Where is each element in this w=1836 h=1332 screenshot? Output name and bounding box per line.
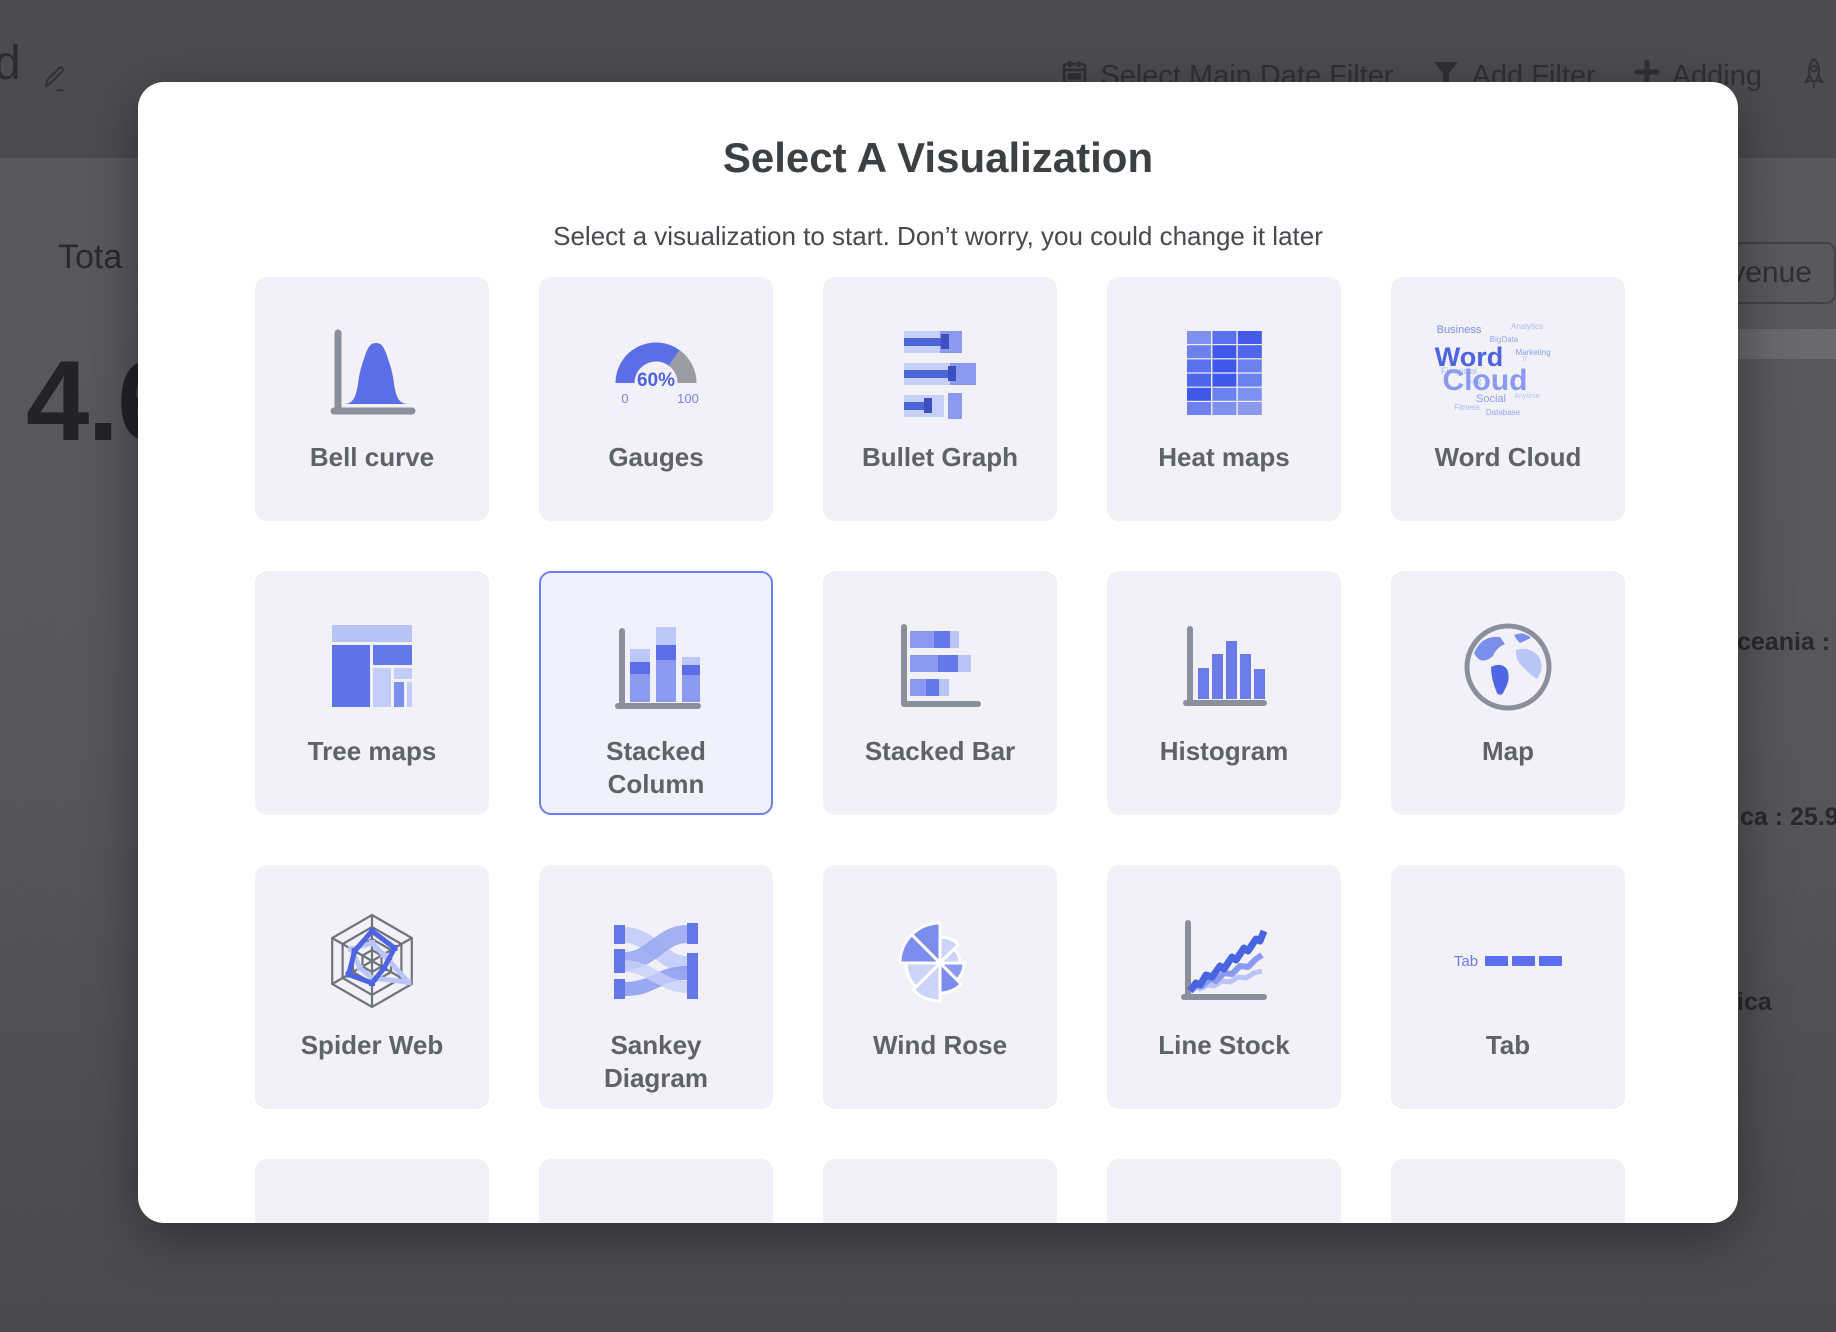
viz-card-icon-wrap (870, 611, 1010, 723)
wind-rose-icon (889, 911, 991, 1011)
viz-card-tree-maps[interactable]: Tree maps (255, 571, 489, 815)
stacked-bar-icon (889, 617, 991, 717)
bell-curve-icon (321, 323, 423, 423)
viz-card-icon-wrap (302, 1199, 442, 1223)
viz-card-stacked-column[interactable]: Stacked Column (539, 571, 773, 815)
viz-card-label: Map (1482, 735, 1534, 768)
line-stock-icon (1173, 911, 1275, 1011)
histogram-icon (1173, 617, 1275, 717)
viz-card-label: Heat maps (1158, 441, 1290, 474)
word-cloud-icon: BusinessAnalyticsBigDataWordITMarketingF… (1441, 320, 1575, 426)
viz-card-icon-wrap (1438, 1199, 1578, 1223)
edit-pencil-icon[interactable] (40, 62, 70, 99)
viz-card-partial-2[interactable] (539, 1159, 773, 1223)
viz-card-label: Histogram (1160, 735, 1289, 768)
viz-card-partial-1[interactable] (255, 1159, 489, 1223)
modal-subtitle: Select a visualization to start. Don’t w… (138, 220, 1738, 252)
viz-card-icon-wrap (302, 905, 442, 1017)
viz-card-label: Gauges (608, 441, 703, 474)
bullet-graph-icon (889, 323, 991, 423)
viz-card-icon-wrap (586, 611, 726, 723)
viz-card-label: Bell curve (310, 441, 434, 474)
viz-card-icon-wrap (870, 1199, 1010, 1223)
legend-africa: ca : 25.95 (1740, 803, 1836, 832)
viz-card-label: Stacked Column (568, 735, 744, 801)
viz-card-stacked-bar[interactable]: Stacked Bar (823, 571, 1057, 815)
viz-card-icon-wrap (1154, 1199, 1294, 1223)
viz-card-icon-wrap (870, 317, 1010, 429)
stacked-column-icon (605, 617, 707, 717)
viz-card-icon-wrap: 60% 0 100 (586, 317, 726, 429)
viz-card-label: Bullet Graph (862, 441, 1018, 474)
legend-oceania: ceania : 8 (1737, 628, 1836, 657)
viz-card-sankey-diagram[interactable]: Sankey Diagram (539, 865, 773, 1109)
viz-card-bell-curve[interactable]: Bell curve (255, 277, 489, 521)
kpi-label: Tota (58, 238, 122, 277)
viz-card-icon-wrap (1438, 611, 1578, 723)
viz-card-icon-wrap: BusinessAnalyticsBigDataWordITMarketingF… (1438, 317, 1578, 429)
viz-card-label: Line Stock (1158, 1029, 1289, 1062)
viz-card-spider-web[interactable]: Spider Web (255, 865, 489, 1109)
visualization-grid: Bell curve 60% 0 100 Gauges Bullet Graph… (255, 277, 1625, 1223)
viz-card-icon-wrap (1154, 317, 1294, 429)
sankey-diagram-icon (605, 911, 707, 1011)
viz-card-icon-wrap (586, 1199, 726, 1223)
viz-card-icon-wrap (302, 611, 442, 723)
viz-card-histogram[interactable]: Histogram (1107, 571, 1341, 815)
viz-card-tab[interactable]: Tab Tab (1391, 865, 1625, 1109)
dashboard-title: d (0, 36, 21, 91)
heat-maps-icon (1173, 323, 1275, 423)
map-globe-icon (1457, 617, 1559, 717)
modal-title: Select A Visualization (138, 134, 1738, 182)
viz-card-icon-wrap (302, 317, 442, 429)
viz-card-icon-wrap (870, 905, 1010, 1017)
viz-card-line-stock[interactable]: Line Stock (1107, 865, 1341, 1109)
spider-web-icon (321, 911, 423, 1011)
viz-card-word-cloud[interactable]: BusinessAnalyticsBigDataWordITMarketingF… (1391, 277, 1625, 521)
viz-card-heat-maps[interactable]: Heat maps (1107, 277, 1341, 521)
viz-card-map[interactable]: Map (1391, 571, 1625, 815)
viz-card-icon-wrap (1154, 905, 1294, 1017)
viz-card-label: Word Cloud (1435, 441, 1582, 474)
viz-card-gauges[interactable]: 60% 0 100 Gauges (539, 277, 773, 521)
viz-card-label: Sankey Diagram (568, 1029, 744, 1095)
tab-icon: Tab (1454, 953, 1562, 970)
viz-card-label: Spider Web (301, 1029, 444, 1062)
viz-card-icon-wrap (586, 905, 726, 1017)
svg-text:0: 0 (621, 391, 628, 406)
viz-card-label: Stacked Bar (865, 735, 1015, 768)
viz-card-label: Tab (1486, 1029, 1530, 1062)
viz-card-bullet-graph[interactable]: Bullet Graph (823, 277, 1057, 521)
viz-card-partial-5[interactable] (1391, 1159, 1625, 1223)
viz-card-label: Wind Rose (873, 1029, 1007, 1062)
viz-card-wind-rose[interactable]: Wind Rose (823, 865, 1057, 1109)
svg-text:60%: 60% (637, 370, 675, 391)
tree-maps-icon (321, 617, 423, 717)
gauges-icon: 60% 0 100 (605, 323, 707, 423)
viz-card-partial-4[interactable] (1107, 1159, 1341, 1223)
viz-card-icon-wrap (1154, 611, 1294, 723)
viz-card-label: Tree maps (308, 735, 437, 768)
legend-america: ica (1737, 988, 1772, 1017)
viz-card-partial-3[interactable] (823, 1159, 1057, 1223)
visualization-modal: Select A Visualization Select a visualiz… (138, 82, 1738, 1223)
viz-card-icon-wrap: Tab (1438, 905, 1578, 1017)
svg-text:100: 100 (677, 391, 699, 406)
rocket-icon[interactable] (1800, 57, 1828, 96)
